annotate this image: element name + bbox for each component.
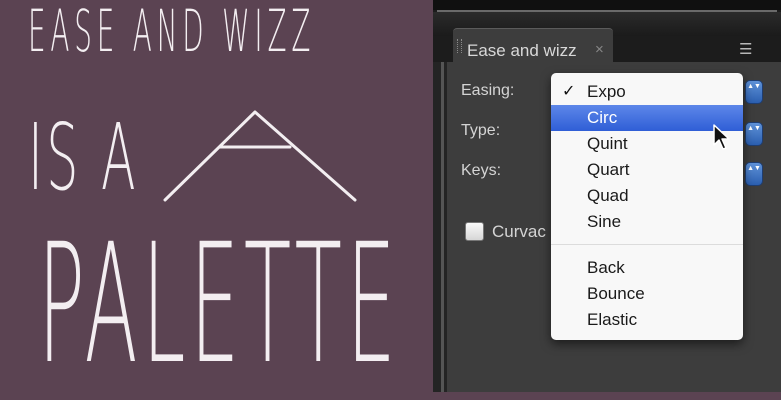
keys-label: Keys: [461,162,502,179]
screen-top-bar [433,0,781,10]
menu-item-sine[interactable]: Sine [551,209,743,235]
panel-left-edge [433,62,447,392]
panel-menu-icon[interactable]: ☰ [739,40,753,58]
menu-item-back[interactable]: Back [551,255,743,281]
easing-select-arrows[interactable]: ▲▼ [745,80,763,104]
panel-tab-title: Ease and wizz [467,41,577,60]
easing-dropdown-menu[interactable]: ✓ Expo Circ Quint Quart Quad Sine Back B… [551,73,743,340]
title-line-3: PALETTE [38,208,401,400]
mouse-cursor-icon [713,124,730,150]
keys-select-arrows[interactable]: ▲▼ [745,162,763,186]
menu-item-quart[interactable]: Quart [551,157,743,183]
menu-item-quad[interactable]: Quad [551,183,743,209]
menu-item-expo[interactable]: ✓ Expo [551,79,743,105]
checkmark-icon: ✓ [562,83,576,100]
type-label: Type: [461,122,501,139]
menu-separator [551,244,743,245]
menu-item-bounce[interactable]: Bounce [551,281,743,307]
tab-grip-icon[interactable] [457,39,462,53]
curvature-label: Curvac [492,222,546,241]
close-icon[interactable]: × [595,41,604,58]
title-art: EASE AND WIZZ IS A PALETTE [0,0,430,400]
easing-label: Easing: [461,82,515,99]
menu-item-elastic[interactable]: Elastic [551,307,743,333]
type-select-arrows[interactable]: ▲▼ [745,122,763,146]
panel-left-bar [441,62,444,392]
panel-tab-ease-and-wizz[interactable]: Ease and wizz × [453,28,613,63]
curvature-checkbox[interactable] [465,222,484,241]
